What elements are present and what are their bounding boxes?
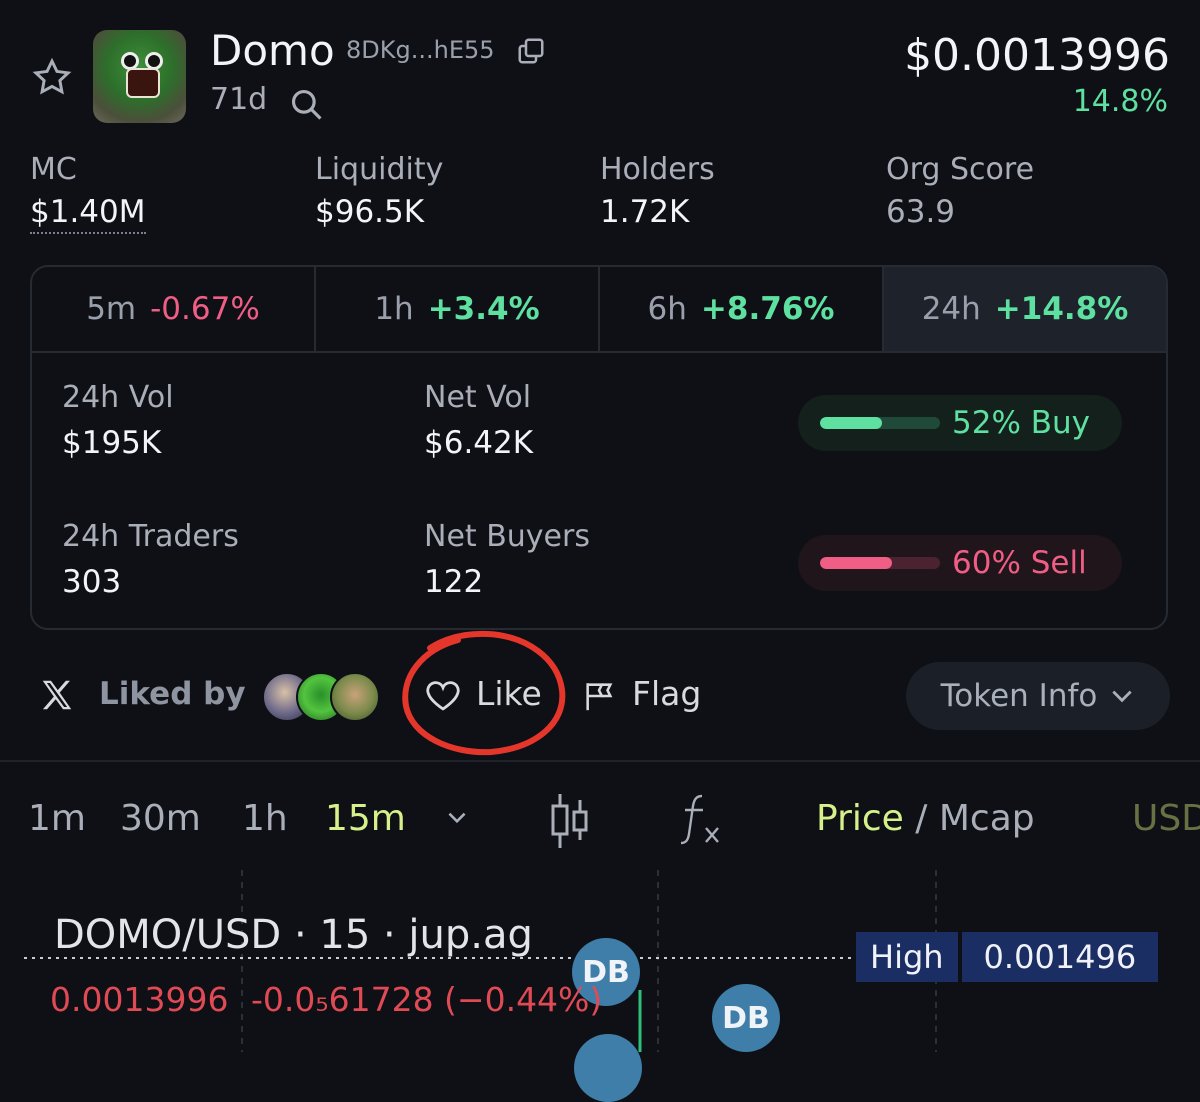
stat-value-org-score: 63.9	[886, 194, 956, 230]
tab-change: -0.67%	[150, 291, 260, 327]
stat-label-liquidity: Liquidity	[315, 152, 444, 187]
buy-ratio-pill: 52% Buy	[798, 395, 1122, 451]
price-mcap-toggle[interactable]: Price / Mcap	[816, 798, 1035, 839]
high-value: 0.001496	[961, 932, 1159, 982]
timeframe-1h[interactable]: 1h	[242, 798, 288, 839]
ohlc-change: -0.0₅61728 (−0.44%)	[250, 980, 603, 1019]
token-address: 8DKg...hE55	[346, 36, 495, 64]
mcap-option[interactable]: Mcap	[939, 798, 1035, 839]
flag-button[interactable]: Flag	[632, 674, 701, 713]
tab-change: +3.4%	[427, 291, 540, 327]
tab-label: 1h	[374, 291, 414, 327]
net-vol-value: $6.42K	[424, 425, 534, 461]
high-price-badge: High 0.001496	[856, 932, 1159, 982]
tab-6h[interactable]: 6h +8.76%	[600, 267, 884, 351]
section-divider	[0, 760, 1200, 762]
search-icon[interactable]	[288, 86, 326, 124]
token-name: Domo	[210, 26, 335, 75]
toggle-separator: /	[903, 798, 939, 839]
ohlc-price: 0.0013996	[50, 980, 229, 1019]
stat-value-liquidity: $96.5K	[315, 194, 425, 230]
token-avatar	[93, 30, 186, 123]
timeframe-30m[interactable]: 30m	[120, 798, 201, 839]
stat-value-holders: 1.72K	[600, 194, 690, 230]
tab-label: 24h	[921, 291, 981, 327]
sell-ratio-text: 60% Sell	[952, 545, 1087, 581]
tab-change: +8.76%	[700, 291, 835, 327]
chevron-down-icon[interactable]	[444, 808, 470, 828]
token-age: 71d	[210, 82, 268, 117]
net-vol-label: Net Vol	[424, 380, 532, 415]
db-marker[interactable]	[574, 1034, 642, 1102]
sell-ratio-bar	[820, 557, 940, 569]
tab-label: 5m	[86, 291, 137, 327]
timeframe-15m[interactable]: 15m	[325, 798, 406, 839]
timeframe-1m[interactable]: 1m	[28, 798, 86, 839]
star-icon[interactable]	[30, 56, 74, 100]
ohlc-legend: 0.0013996 -0.0₅61728 (−0.44%)	[50, 980, 602, 1019]
token-info-label: Token Info	[940, 678, 1098, 714]
net-buyers-label: Net Buyers	[424, 519, 590, 554]
tab-5m[interactable]: 5m -0.67%	[32, 267, 316, 351]
buy-ratio-text: 52% Buy	[952, 405, 1091, 441]
token-info-button[interactable]: Token Info	[906, 662, 1170, 730]
tab-change: +14.8%	[994, 291, 1129, 327]
stat-label-holders: Holders	[600, 152, 715, 187]
price-option[interactable]: Price	[816, 798, 904, 839]
tab-24h[interactable]: 24h +14.8%	[884, 267, 1166, 351]
buy-ratio-bar	[820, 417, 940, 429]
traders-label: 24h Traders	[62, 519, 239, 554]
currency-toggle[interactable]: USD	[1132, 798, 1200, 839]
stat-label-mc: MC	[30, 152, 77, 187]
token-price: $0.0013996	[904, 30, 1170, 81]
db-marker[interactable]: DB	[712, 984, 780, 1052]
price-change: 14.8%	[1072, 84, 1168, 119]
annotation-circle	[402, 630, 566, 756]
period-stats-card: 5m -0.67% 1h +3.4% 6h +8.76% 24h +14.8% …	[30, 265, 1168, 630]
flag-icon[interactable]	[582, 678, 616, 714]
vol-label: 24h Vol	[62, 380, 174, 415]
chevron-down-icon	[1112, 690, 1133, 703]
candlestick-icon[interactable]	[548, 792, 592, 850]
chart-title: DOMO/USD · 15 · jup.ag	[54, 912, 533, 958]
copy-icon[interactable]	[516, 36, 546, 66]
high-label: High	[856, 932, 958, 982]
tab-label: 6h	[647, 291, 687, 327]
sell-ratio-pill: 60% Sell	[798, 535, 1122, 591]
x-icon[interactable]	[38, 676, 76, 714]
stat-label-org-score: Org Score	[886, 152, 1035, 187]
indicators-fx-icon[interactable]	[680, 792, 726, 846]
buy-ratio-fill	[820, 417, 883, 429]
traders-value: 303	[62, 564, 122, 600]
sell-ratio-fill	[820, 557, 892, 569]
net-buyers-value: 122	[424, 564, 484, 600]
stat-value-mc[interactable]: $1.40M	[30, 194, 146, 234]
period-tabs: 5m -0.67% 1h +3.4% 6h +8.76% 24h +14.8%	[32, 267, 1166, 353]
liked-by-label: Liked by	[99, 676, 246, 712]
liker-avatar[interactable]	[330, 672, 380, 722]
tab-1h[interactable]: 1h +3.4%	[316, 267, 600, 351]
vol-value: $195K	[62, 425, 162, 461]
